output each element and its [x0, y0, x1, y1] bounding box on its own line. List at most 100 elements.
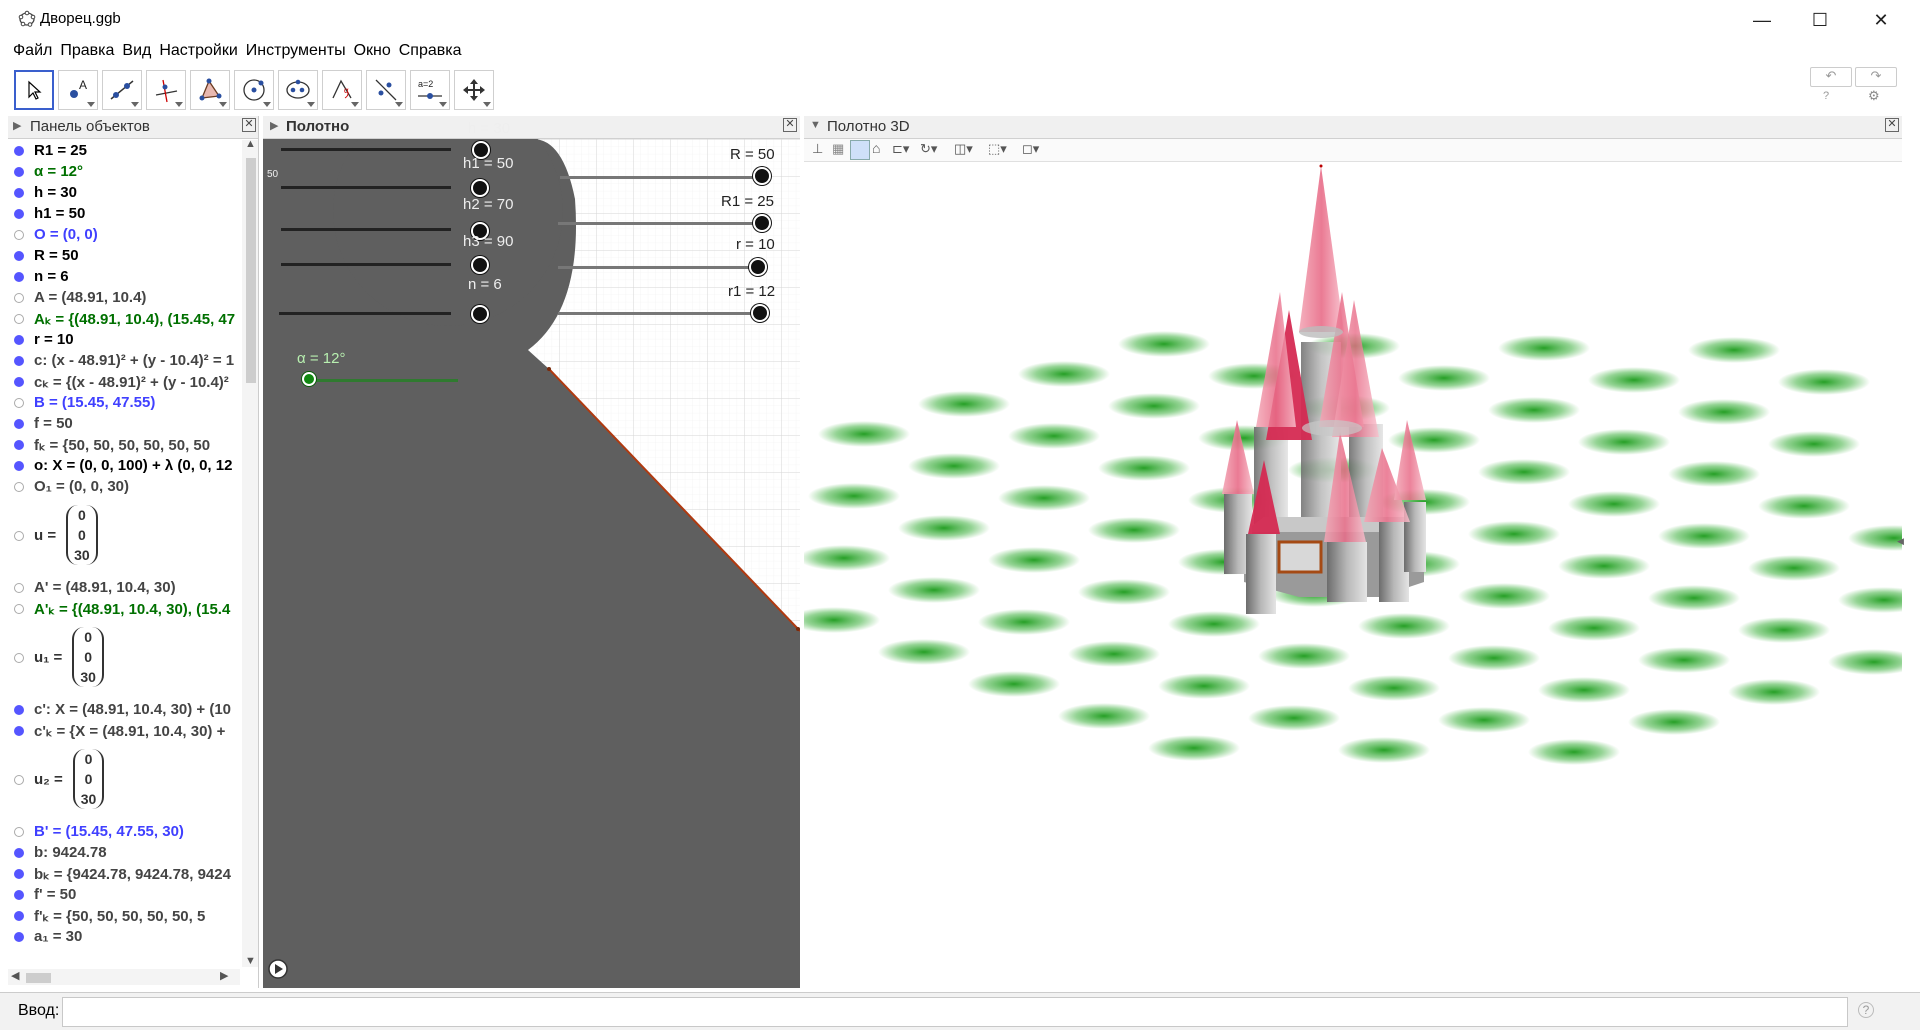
- slider-tool-button[interactable]: a=2: [410, 70, 450, 110]
- visibility-toggle[interactable]: [14, 869, 24, 879]
- slider-track[interactable]: [281, 263, 451, 266]
- menu-item[interactable]: Справка: [399, 42, 462, 60]
- algebra-list-item[interactable]: A'ₖ = {(48.91, 10.4, 30), (15.4: [8, 600, 240, 620]
- slider-alpha-knob[interactable]: [302, 372, 316, 386]
- visibility-toggle[interactable]: [14, 230, 24, 240]
- algebra-list-item[interactable]: A = (48.91, 10.4): [8, 289, 240, 309]
- algebra-list-item[interactable]: o: X = (0, 0, 100) + λ (0, 0, 12: [8, 457, 240, 477]
- undo-button[interactable]: ↶: [1810, 67, 1852, 87]
- menu-item[interactable]: Окно: [354, 42, 391, 60]
- reflect-tool-button[interactable]: [366, 70, 406, 110]
- visibility-toggle[interactable]: [14, 461, 24, 471]
- algebra-vector-item[interactable]: u₂ = 0 0 30: [8, 743, 240, 817]
- slider-track[interactable]: [281, 186, 451, 189]
- algebra-list-item[interactable]: α = 12°: [8, 163, 240, 183]
- polygon-tool-button[interactable]: [190, 70, 230, 110]
- slider-knob[interactable]: [749, 258, 767, 276]
- visibility-toggle[interactable]: [14, 911, 24, 921]
- visibility-toggle[interactable]: [14, 482, 24, 492]
- cube-dropdown-icon[interactable]: ◻▾: [1022, 141, 1039, 157]
- menu-item[interactable]: Вид: [122, 42, 151, 60]
- slider-knob[interactable]: [753, 167, 771, 185]
- algebra-list-item[interactable]: n = 6: [8, 268, 240, 288]
- collapse-arrow-icon[interactable]: ▶: [13, 119, 21, 132]
- algebra-list-item[interactable]: h = 30: [8, 184, 240, 204]
- axes-toggle-icon[interactable]: ⊥: [812, 141, 823, 157]
- algebra-list-item[interactable]: f'ₖ = {50, 50, 50, 50, 50, 5: [8, 907, 240, 927]
- slider-track[interactable]: [279, 312, 451, 315]
- hscroll-thumb[interactable]: [26, 973, 51, 983]
- algebra-list-item[interactable]: c'ₖ = {X = (48.91, 10.4, 30) +: [8, 722, 240, 742]
- collapse-arrow-icon[interactable]: ▶: [270, 119, 278, 132]
- close-button[interactable]: ✕: [1852, 0, 1910, 40]
- slider-knob[interactable]: [751, 304, 769, 322]
- algebra-list-item[interactable]: B = (15.45, 47.55): [8, 394, 240, 414]
- algebra-list-item[interactable]: A' = (48.91, 10.4, 30): [8, 579, 240, 599]
- visibility-toggle[interactable]: [14, 209, 24, 219]
- visibility-toggle[interactable]: [14, 848, 24, 858]
- algebra-vector-item[interactable]: u = 0 0 30: [8, 499, 240, 573]
- point-tool-button[interactable]: A: [58, 70, 98, 110]
- visibility-toggle[interactable]: [14, 188, 24, 198]
- graphics3d-panel-close-icon[interactable]: ✕: [1885, 118, 1899, 132]
- angle-tool-button[interactable]: α: [322, 70, 362, 110]
- algebra-list-item[interactable]: f' = 50: [8, 886, 240, 906]
- visibility-toggle[interactable]: [14, 377, 24, 387]
- visibility-toggle[interactable]: [14, 293, 24, 303]
- slider-track[interactable]: [558, 222, 758, 225]
- slider-knob[interactable]: [471, 305, 489, 323]
- algebra-panel-close-icon[interactable]: ✕: [242, 118, 256, 132]
- help-icon[interactable]: ?: [1823, 90, 1829, 102]
- scroll-right-icon[interactable]: ▶: [220, 969, 228, 982]
- algebra-list-item[interactable]: h1 = 50: [8, 205, 240, 225]
- settings-gear-icon[interactable]: ⚙: [1868, 88, 1880, 104]
- input-field[interactable]: [62, 997, 1848, 1027]
- play-animation-button[interactable]: [268, 959, 288, 979]
- scroll-left-icon[interactable]: ◀: [11, 969, 19, 982]
- graphics-view[interactable]: ▶ Полотно ✕ 50 α = 12° h = 30 h1 = 50 h2…: [263, 116, 800, 988]
- slider-track[interactable]: [281, 228, 451, 231]
- visibility-toggle[interactable]: [14, 583, 24, 593]
- algebra-list-item[interactable]: Aₖ = {(48.91, 10.4), (15.45, 47: [8, 310, 240, 330]
- visibility-toggle[interactable]: [14, 705, 24, 715]
- algebra-list-item[interactable]: B' = (15.45, 47.55, 30): [8, 823, 240, 843]
- perpendicular-tool-button[interactable]: [146, 70, 186, 110]
- visibility-toggle[interactable]: [14, 932, 24, 942]
- visibility-toggle[interactable]: [14, 440, 24, 450]
- slider-track[interactable]: [558, 312, 753, 315]
- menu-item[interactable]: Правка: [60, 42, 114, 60]
- visibility-toggle[interactable]: [14, 398, 24, 408]
- algebra-panel-header[interactable]: ▶ Панель объектов ✕: [8, 116, 258, 139]
- algebra-list-item[interactable]: a₁ = 30: [8, 928, 240, 948]
- algebra-list-item[interactable]: b: 9424.78: [8, 844, 240, 864]
- circle-tool-button[interactable]: [234, 70, 274, 110]
- rotate-dropdown-icon[interactable]: ↻▾: [920, 141, 937, 157]
- visibility-toggle[interactable]: [14, 167, 24, 177]
- grid-toggle-icon[interactable]: ▦: [832, 141, 844, 157]
- algebra-list-item[interactable]: fₖ = {50, 50, 50, 50, 50, 50: [8, 436, 240, 456]
- graphics3d-canvas[interactable]: [804, 162, 1902, 988]
- visibility-toggle[interactable]: [14, 419, 24, 429]
- visibility-toggle[interactable]: [14, 335, 24, 345]
- scroll-down-icon[interactable]: ▼: [245, 955, 256, 967]
- algebra-list-item[interactable]: r = 10: [8, 331, 240, 351]
- side-panel-toggle-icon[interactable]: ◀: [1897, 536, 1904, 547]
- clipping-dropdown-icon[interactable]: ⊏▾: [892, 141, 909, 157]
- scrollbar-thumb[interactable]: [246, 158, 256, 383]
- algebra-list-item[interactable]: c': X = (48.91, 10.4, 30) + (10: [8, 701, 240, 721]
- slider-track[interactable]: [560, 176, 760, 179]
- algebra-list-item[interactable]: bₖ = {9424.78, 9424.78, 9424: [8, 865, 240, 885]
- plane-toggle-icon[interactable]: [850, 140, 870, 160]
- visibility-toggle[interactable]: [14, 314, 24, 324]
- visibility-toggle[interactable]: [14, 890, 24, 900]
- visibility-toggle[interactable]: [14, 827, 24, 837]
- line-tool-button[interactable]: [102, 70, 142, 110]
- graphics-panel-header[interactable]: ▶ Полотно ✕: [263, 116, 800, 139]
- visibility-toggle[interactable]: [14, 775, 24, 785]
- visibility-toggle[interactable]: [14, 726, 24, 736]
- algebra-list-item[interactable]: cₖ = {(x - 48.91)² + (y - 10.4)²: [8, 373, 240, 393]
- slider-track[interactable]: [558, 266, 753, 269]
- algebra-horizontal-scrollbar[interactable]: ◀ ▶: [8, 969, 240, 985]
- algebra-list-item[interactable]: c: (x - 48.91)² + (y - 10.4)² = 1: [8, 352, 240, 372]
- algebra-list-item[interactable]: f = 50: [8, 415, 240, 435]
